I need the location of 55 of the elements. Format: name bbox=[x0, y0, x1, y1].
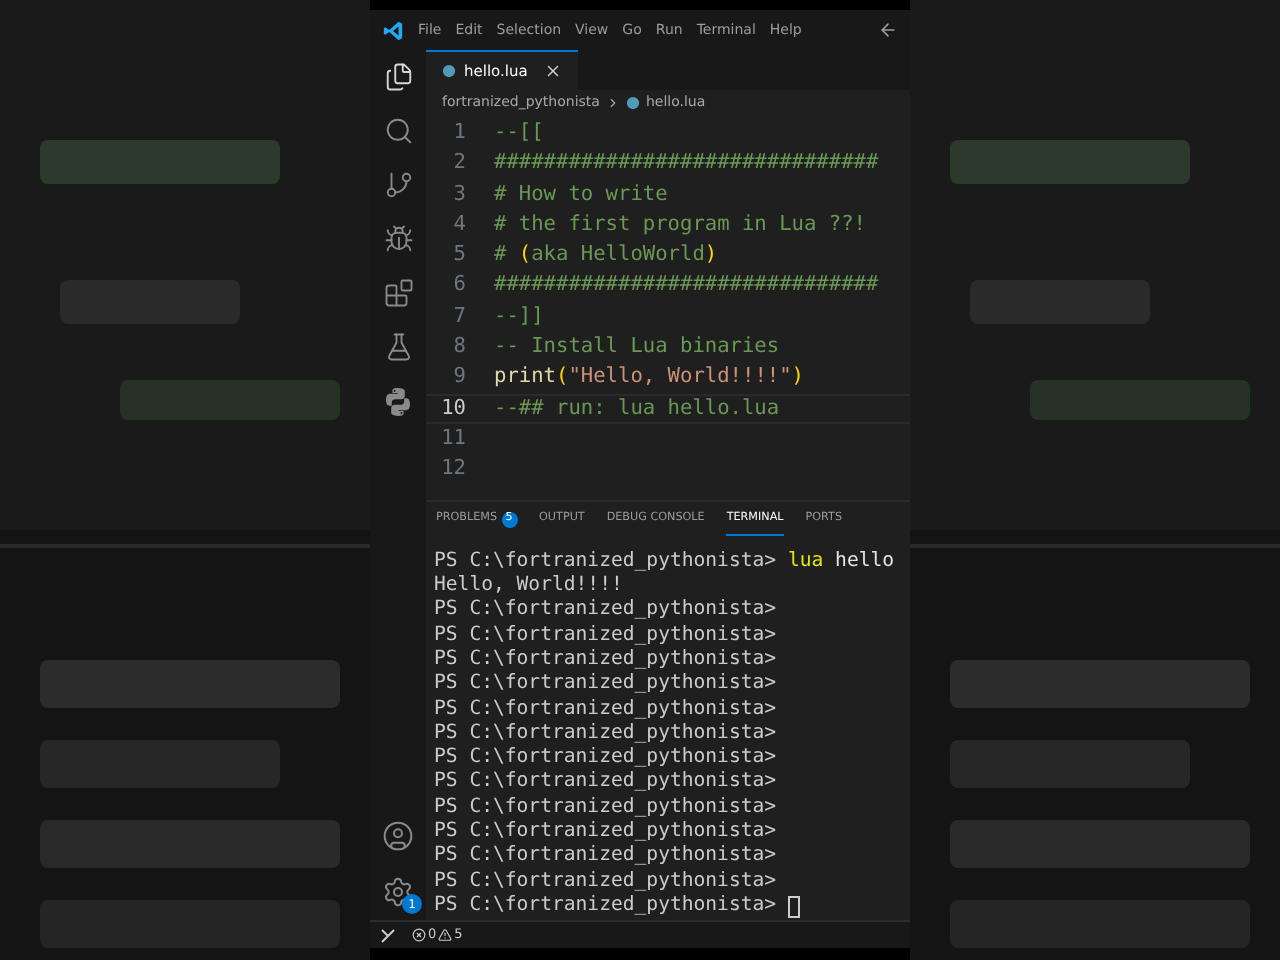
settings-icon[interactable] bbox=[382, 876, 414, 908]
code-line: ############################### bbox=[494, 148, 879, 179]
flask-icon[interactable] bbox=[383, 332, 413, 362]
line-number: 10 bbox=[439, 393, 468, 424]
warning-icon bbox=[438, 928, 453, 942]
line-number: 4 bbox=[451, 209, 468, 240]
app-logo-icon bbox=[382, 19, 404, 41]
code-line: # the first program in Lua ??! bbox=[494, 209, 866, 240]
close-icon[interactable] bbox=[543, 62, 562, 80]
code-line: -- Install Lua binaries bbox=[494, 332, 780, 363]
terminal-line: PS C:\fortranized_pythonista> bbox=[434, 621, 777, 649]
terminal-line: PS C:\fortranized_pythonista> bbox=[434, 842, 777, 871]
terminal-line: PS C:\fortranized_pythonista> bbox=[434, 596, 777, 625]
line-number: 1 bbox=[451, 117, 468, 148]
python-icon[interactable] bbox=[382, 386, 414, 418]
terminal-line: PS C:\fortranized_pythonista> bbox=[434, 670, 777, 699]
line-number: 9 bbox=[451, 362, 468, 393]
line-number: 3 bbox=[451, 179, 468, 210]
lua-file-icon bbox=[625, 95, 640, 109]
run-debug-icon[interactable] bbox=[383, 224, 413, 254]
line-number: 6 bbox=[451, 270, 468, 301]
line-number: 7 bbox=[451, 301, 468, 332]
terminal-line: PS C:\fortranized_pythonista> bbox=[434, 818, 777, 845]
code-line: --## run: lua hello.lua bbox=[494, 393, 780, 424]
account-icon[interactable] bbox=[382, 820, 414, 852]
code-line: # How to write bbox=[494, 179, 668, 210]
code-line: print("Hello, World!!!!") bbox=[494, 362, 804, 393]
code-line: # (aka HelloWorld) bbox=[494, 240, 718, 271]
terminal-line: PS C:\fortranized_pythonista> bbox=[434, 768, 777, 797]
code-line: --]] bbox=[494, 301, 544, 332]
chevron-icon bbox=[605, 95, 620, 109]
search-icon[interactable] bbox=[383, 116, 413, 146]
code-line: ############################### bbox=[494, 270, 879, 301]
lua-file-icon bbox=[442, 64, 456, 78]
terminal-line: PS C:\fortranized_pythonista> bbox=[434, 867, 777, 895]
line-number: 5 bbox=[451, 240, 468, 271]
code-line: --[[ bbox=[494, 117, 544, 148]
terminal-line: PS C:\fortranized_pythonista> bbox=[434, 744, 777, 771]
back-arrow-icon[interactable] bbox=[878, 20, 898, 40]
terminal-line: PS C:\fortranized_pythonista> bbox=[434, 646, 777, 673]
error-icon bbox=[412, 928, 426, 942]
files-icon[interactable] bbox=[383, 62, 413, 92]
line-number: 12 bbox=[439, 454, 468, 485]
source-control-icon[interactable] bbox=[383, 170, 413, 200]
extensions-icon[interactable] bbox=[383, 278, 413, 308]
line-number: 11 bbox=[439, 423, 468, 454]
terminal-line: PS C:\fortranized_pythonista> bbox=[434, 719, 777, 747]
terminal-line: PS C:\fortranized_pythonista> bbox=[434, 695, 777, 723]
line-number: 2 bbox=[451, 148, 468, 179]
terminal-line: PS C:\fortranized_pythonista> lua hello bbox=[434, 547, 895, 575]
remote-icon[interactable] bbox=[380, 927, 396, 943]
terminal-line: Hello, World!!!! bbox=[434, 572, 623, 599]
terminal-line: PS C:\fortranized_pythonista> bbox=[434, 793, 777, 821]
terminal-line: PS C:\fortranized_pythonista> bbox=[434, 891, 777, 920]
line-number: 8 bbox=[451, 332, 468, 363]
